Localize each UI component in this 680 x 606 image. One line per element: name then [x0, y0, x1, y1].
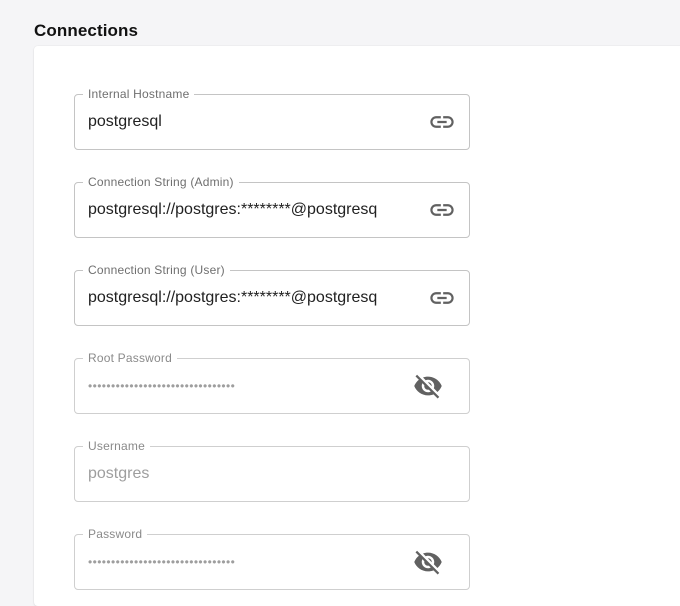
password-masked-value[interactable]: •••••••••••••••••••••••••••••••• — [88, 534, 388, 590]
connection-string-user-value[interactable]: postgresql://postgres:********@postgresq — [88, 270, 408, 326]
copy-link-button[interactable] — [422, 190, 462, 230]
connection-string-user-field[interactable]: Connection String (User) postgresql://po… — [74, 264, 470, 326]
link-icon — [430, 204, 454, 216]
username-field[interactable]: Username postgres — [74, 440, 470, 502]
connection-string-admin-value[interactable]: postgresql://postgres:********@postgresq — [88, 182, 408, 238]
username-value[interactable]: postgres — [88, 446, 408, 502]
connection-string-admin-field[interactable]: Connection String (Admin) postgresql://p… — [74, 176, 470, 238]
toggle-visibility-button[interactable] — [408, 542, 448, 582]
visibility-off-icon — [414, 550, 442, 575]
section-title: Connections — [34, 21, 139, 40]
link-icon — [430, 292, 454, 304]
copy-link-button[interactable] — [422, 102, 462, 142]
root-password-masked-value[interactable]: •••••••••••••••••••••••••••••••• — [88, 358, 388, 414]
password-field[interactable]: Password •••••••••••••••••••••••••••••••… — [74, 528, 470, 590]
internal-hostname-value[interactable]: postgresql — [88, 94, 408, 150]
toggle-visibility-button[interactable] — [408, 366, 448, 406]
link-icon — [430, 116, 454, 128]
root-password-field[interactable]: Root Password ••••••••••••••••••••••••••… — [74, 352, 470, 414]
internal-hostname-field[interactable]: Internal Hostname postgresql — [74, 88, 470, 150]
visibility-off-icon — [414, 374, 442, 399]
copy-link-button[interactable] — [422, 278, 462, 318]
